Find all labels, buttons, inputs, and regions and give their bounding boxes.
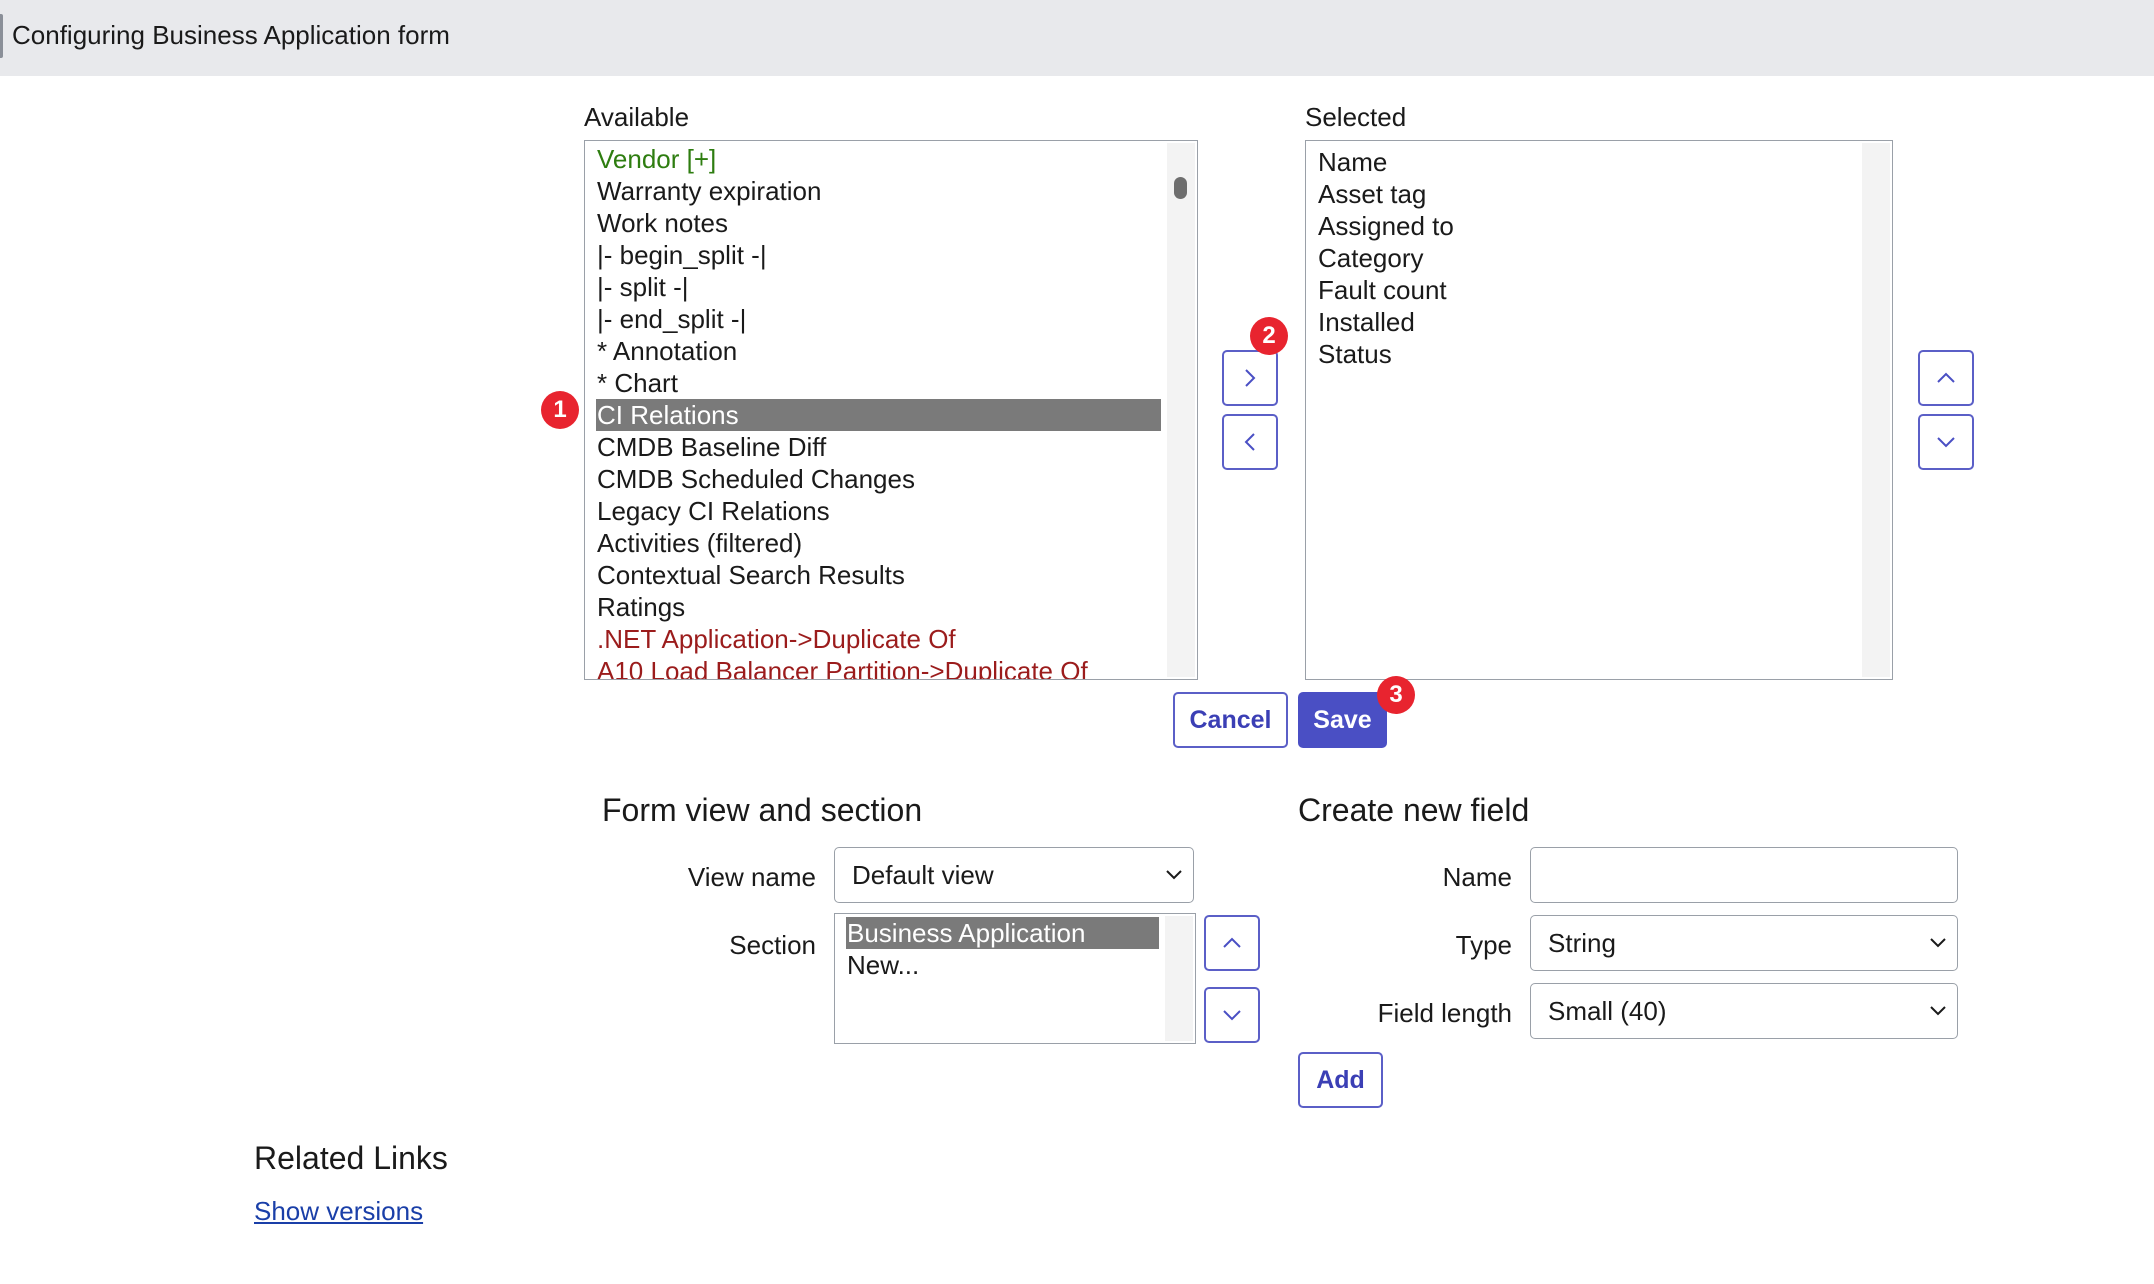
related-links-heading: Related Links — [254, 1140, 448, 1176]
available-item[interactable]: Vendor [+] — [596, 143, 1161, 175]
selected-item[interactable]: Status — [1317, 338, 1856, 370]
available-item[interactable]: * Chart — [596, 367, 1161, 399]
available-item[interactable]: |- split -| — [596, 271, 1161, 303]
chevron-down-icon — [1937, 437, 1955, 448]
new-field-name-input[interactable] — [1530, 847, 1958, 903]
chevron-down-icon — [1930, 938, 1946, 948]
show-versions-link[interactable]: Show versions — [254, 1196, 423, 1227]
section-item-selected[interactable]: Business Application — [846, 917, 1159, 949]
chevron-up-icon — [1937, 372, 1955, 383]
chevron-down-icon — [1223, 1010, 1241, 1021]
available-item[interactable]: |- end_split -| — [596, 303, 1161, 335]
new-field-length-value: Small (40) — [1548, 995, 1667, 1026]
selected-item[interactable]: Fault count — [1317, 274, 1856, 306]
available-item[interactable]: Contextual Search Results — [596, 559, 1161, 591]
available-item[interactable]: Warranty expiration — [596, 175, 1161, 207]
available-item[interactable]: CMDB Baseline Diff — [596, 431, 1161, 463]
view-name-select[interactable]: Default view — [834, 847, 1194, 903]
selected-item[interactable]: Assigned to — [1317, 210, 1856, 242]
section-listbox[interactable]: Business Application New... — [834, 913, 1196, 1044]
selected-item[interactable]: Category — [1317, 242, 1856, 274]
available-item[interactable]: .NET Application->Duplicate Of — [596, 623, 1161, 655]
section-move-up-button[interactable] — [1204, 915, 1260, 971]
selected-item[interactable]: Name — [1317, 146, 1856, 178]
available-listbox[interactable]: Vendor [+] Warranty expiration Work note… — [584, 140, 1198, 680]
view-name-value: Default view — [852, 859, 994, 890]
new-field-type-value: String — [1548, 927, 1616, 958]
selected-scrollbar[interactable] — [1862, 143, 1890, 677]
new-field-type-select[interactable]: String — [1530, 915, 1958, 971]
chevron-left-icon — [1244, 433, 1255, 451]
save-button[interactable]: Save — [1298, 692, 1387, 748]
selected-listbox[interactable]: Name Asset tag Assigned to Category Faul… — [1305, 140, 1893, 680]
move-right-button[interactable] — [1222, 350, 1278, 406]
move-left-button[interactable] — [1222, 414, 1278, 470]
section-move-down-button[interactable] — [1204, 987, 1260, 1043]
page-header: Configuring Business Application form — [0, 0, 2154, 76]
selected-item[interactable]: Installed — [1317, 306, 1856, 338]
available-item[interactable]: Activities (filtered) — [596, 527, 1161, 559]
new-field-type-label: Type — [1455, 930, 1512, 960]
chevron-down-icon — [1166, 870, 1182, 880]
new-field-length-label: Field length — [1377, 998, 1512, 1028]
step-badge-3: 3 — [1377, 676, 1415, 714]
available-scrollbar-thumb[interactable] — [1174, 177, 1187, 199]
create-field-heading: Create new field — [1298, 792, 1530, 828]
new-field-name-label: Name — [1442, 862, 1512, 892]
available-item[interactable]: A10 Load Balancer Partition->Duplicate O… — [596, 655, 1161, 679]
move-down-button[interactable] — [1918, 414, 1974, 470]
new-field-length-select[interactable]: Small (40) — [1530, 983, 1958, 1039]
back-button-edge[interactable] — [0, 14, 3, 58]
available-item[interactable]: |- begin_split -| — [596, 239, 1161, 271]
available-item[interactable]: Legacy CI Relations — [596, 495, 1161, 527]
available-item[interactable]: Work notes — [596, 207, 1161, 239]
page-title: Configuring Business Application form — [12, 20, 450, 50]
section-scrollbar[interactable] — [1165, 916, 1193, 1041]
available-item[interactable]: * Annotation — [596, 335, 1161, 367]
step-badge-1: 1 — [541, 391, 579, 429]
available-item[interactable]: Ratings — [596, 591, 1161, 623]
available-label: Available — [584, 102, 690, 132]
chevron-up-icon — [1223, 937, 1241, 948]
chevron-down-icon — [1930, 1006, 1946, 1016]
move-up-button[interactable] — [1918, 350, 1974, 406]
add-field-button[interactable]: Add — [1298, 1052, 1383, 1108]
selected-item[interactable]: Asset tag — [1317, 178, 1856, 210]
form-view-heading: Form view and section — [602, 792, 923, 828]
step-badge-2: 2 — [1250, 317, 1288, 355]
available-item-selected[interactable]: CI Relations — [596, 399, 1161, 431]
cancel-button[interactable]: Cancel — [1173, 692, 1288, 748]
available-scrollbar[interactable] — [1167, 143, 1195, 677]
chevron-right-icon — [1245, 369, 1256, 387]
view-name-label: View name — [687, 862, 816, 892]
selected-label: Selected — [1305, 102, 1407, 132]
section-label: Section — [729, 930, 816, 960]
available-item[interactable]: CMDB Scheduled Changes — [596, 463, 1161, 495]
section-item[interactable]: New... — [846, 949, 1159, 981]
